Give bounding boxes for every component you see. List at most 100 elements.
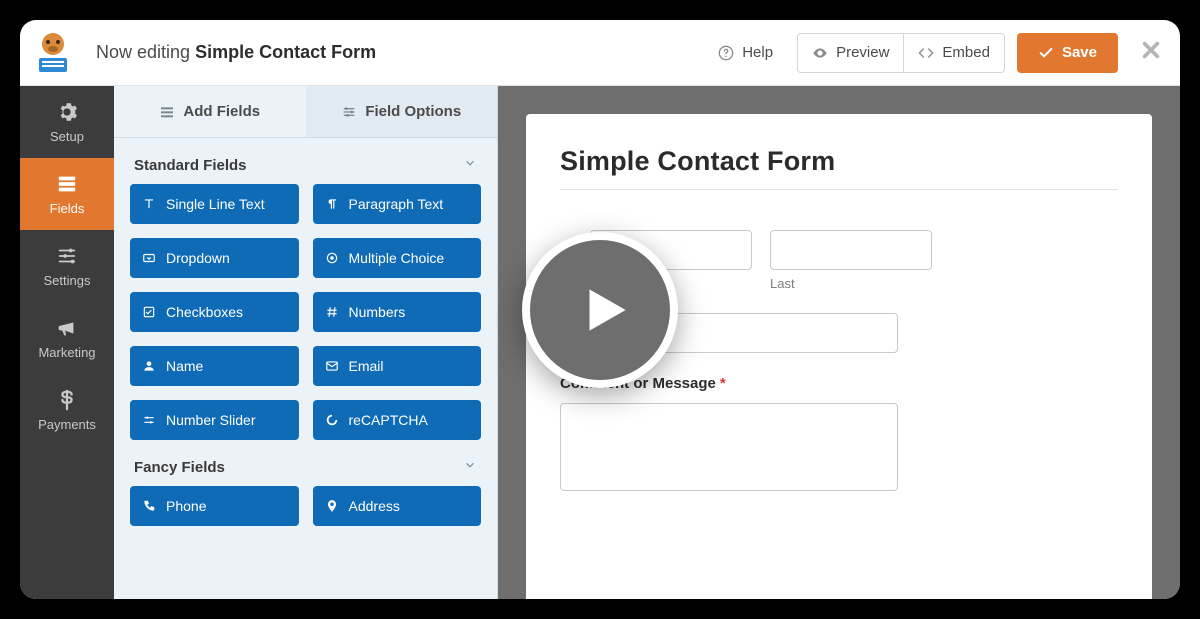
list-icon <box>159 104 175 120</box>
preview-embed-group: Preview Embed <box>797 33 1005 73</box>
close-button[interactable] <box>1140 39 1162 66</box>
comment-field[interactable]: Comment or Message * <box>560 375 1118 491</box>
field-recaptcha[interactable]: reCAPTCHA <box>313 400 482 440</box>
list-icon <box>56 173 78 195</box>
field-label: Dropdown <box>166 250 230 266</box>
code-icon <box>918 45 934 61</box>
fields-panel: Add Fields Field Options Standard Fields… <box>114 86 498 599</box>
field-label: Checkboxes <box>166 304 243 320</box>
sidebar-item-setup[interactable]: Setup <box>20 86 114 158</box>
field-paragraph-text[interactable]: Paragraph Text <box>313 184 482 224</box>
slider-icon <box>142 413 156 427</box>
fancy-fields-grid: Phone Address <box>130 486 481 526</box>
field-label: Single Line Text <box>166 196 265 212</box>
topbar: Now editing Simple Contact Form Help Pre… <box>20 20 1180 86</box>
chevron-down-icon <box>463 458 477 476</box>
tab-label: Field Options <box>365 103 461 120</box>
editing-form-name: Simple Contact Form <box>195 42 376 62</box>
field-label: Address <box>349 498 400 514</box>
field-numbers[interactable]: Numbers <box>313 292 482 332</box>
group-title: Standard Fields <box>134 157 247 174</box>
chevron-down-icon <box>463 156 477 174</box>
play-video-button[interactable] <box>522 232 678 388</box>
required-mark: * <box>720 375 726 392</box>
field-label: Multiple Choice <box>349 250 445 266</box>
mail-icon <box>325 359 339 373</box>
field-phone[interactable]: Phone <box>130 486 299 526</box>
standard-fields-grid: Single Line Text Paragraph Text Dropdown… <box>130 184 481 440</box>
sidebar-item-marketing[interactable]: Marketing <box>20 302 114 374</box>
field-label: Phone <box>166 498 206 514</box>
field-label: Paragraph Text <box>349 196 444 212</box>
field-address[interactable]: Address <box>313 486 482 526</box>
sidebar-label: Fields <box>50 201 85 216</box>
preview-button[interactable]: Preview <box>797 33 904 73</box>
group-title: Fancy Fields <box>134 459 225 476</box>
form-title: Simple Contact Form <box>560 146 1118 177</box>
pin-icon <box>325 499 339 513</box>
paragraph-icon <box>325 197 339 211</box>
gear-icon <box>56 101 78 123</box>
group-standard-fields[interactable]: Standard Fields <box>130 138 481 184</box>
panel-tabs: Add Fields Field Options <box>114 86 497 138</box>
check-icon <box>1038 45 1054 61</box>
embed-label: Embed <box>942 44 990 61</box>
phone-icon <box>142 499 156 513</box>
field-label: Numbers <box>349 304 406 320</box>
sidebar: Setup Fields Settings Marketing Payments <box>20 86 114 599</box>
panel-scroll[interactable]: Standard Fields Single Line Text Paragra… <box>114 138 497 599</box>
sidebar-item-settings[interactable]: Settings <box>20 230 114 302</box>
sidebar-label: Marketing <box>38 345 95 360</box>
field-label: Name <box>166 358 203 374</box>
group-fancy-fields[interactable]: Fancy Fields <box>130 440 481 486</box>
field-dropdown[interactable]: Dropdown <box>130 238 299 278</box>
field-email[interactable]: Email <box>313 346 482 386</box>
field-multiple-choice[interactable]: Multiple Choice <box>313 238 482 278</box>
eye-icon <box>812 45 828 61</box>
field-label: reCAPTCHA <box>349 412 428 428</box>
sliders-icon <box>341 104 357 120</box>
tab-label: Add Fields <box>183 103 260 120</box>
editing-prefix: Now editing <box>96 42 195 62</box>
embed-button[interactable]: Embed <box>903 33 1005 73</box>
text-icon <box>142 197 156 211</box>
field-name[interactable]: Name <box>130 346 299 386</box>
sidebar-label: Settings <box>44 273 91 288</box>
sidebar-item-fields[interactable]: Fields <box>20 158 114 230</box>
editing-title: Now editing Simple Contact Form <box>96 42 376 63</box>
app-logo <box>30 30 76 76</box>
field-checkboxes[interactable]: Checkboxes <box>130 292 299 332</box>
save-label: Save <box>1062 44 1097 61</box>
app-window: Now editing Simple Contact Form Help Pre… <box>20 20 1180 599</box>
tab-field-options[interactable]: Field Options <box>306 86 498 137</box>
field-label: Email <box>349 358 384 374</box>
radio-icon <box>325 251 339 265</box>
close-icon <box>1140 39 1162 61</box>
play-icon <box>574 279 636 341</box>
field-label: Number Slider <box>166 412 255 428</box>
name-last-sub: Last <box>770 276 932 291</box>
recaptcha-icon <box>325 413 339 427</box>
dollar-icon <box>56 389 78 411</box>
help-icon <box>718 45 734 61</box>
name-last-col: Last <box>770 230 932 291</box>
comment-textarea[interactable] <box>560 403 898 491</box>
save-button[interactable]: Save <box>1017 33 1118 73</box>
hash-icon <box>325 305 339 319</box>
field-number-slider[interactable]: Number Slider <box>130 400 299 440</box>
help-button[interactable]: Help <box>706 33 785 73</box>
dropdown-icon <box>142 251 156 265</box>
user-icon <box>142 359 156 373</box>
sidebar-label: Setup <box>50 129 84 144</box>
name-last-input[interactable] <box>770 230 932 270</box>
sidebar-item-payments[interactable]: Payments <box>20 374 114 446</box>
help-label: Help <box>742 44 773 61</box>
field-single-line-text[interactable]: Single Line Text <box>130 184 299 224</box>
divider <box>560 189 1118 190</box>
sidebar-label: Payments <box>38 417 96 432</box>
check-icon <box>142 305 156 319</box>
megaphone-icon <box>56 317 78 339</box>
sliders-icon <box>56 245 78 267</box>
tab-add-fields[interactable]: Add Fields <box>114 86 306 137</box>
preview-label: Preview <box>836 44 889 61</box>
